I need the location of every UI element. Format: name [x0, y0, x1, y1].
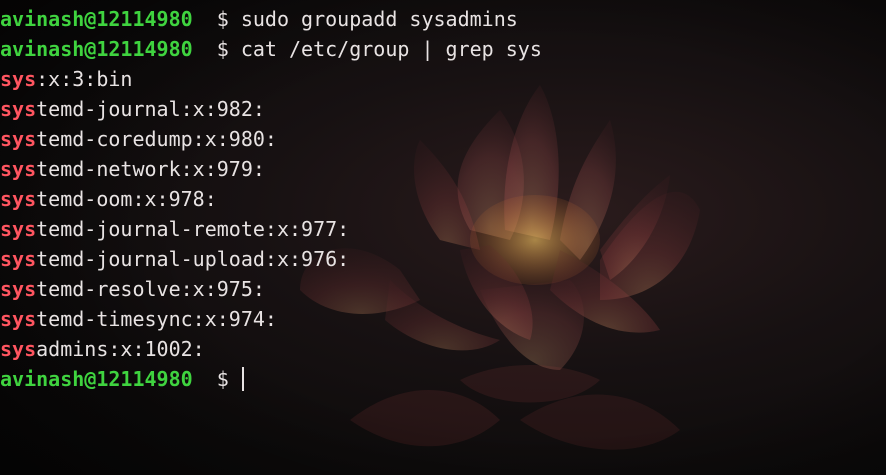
active-prompt-line[interactable]: avinash@12114980 $: [0, 364, 542, 394]
grep-match-highlight: sys: [0, 277, 37, 301]
output-line: systemd-network:x:979:: [0, 154, 542, 184]
output-text: temd-journal:x:982:: [36, 97, 265, 121]
output-text: temd-timesync:x:974:: [36, 307, 277, 331]
grep-match-highlight: sys: [0, 127, 37, 151]
grep-match-highlight: sys: [0, 247, 37, 271]
grep-match-highlight: sys: [0, 67, 37, 91]
prompt-user-host: avinash@12114980: [0, 367, 193, 391]
output-text: admins:x:1002:: [36, 337, 205, 361]
grep-match-highlight: sys: [0, 187, 37, 211]
grep-match-highlight: sys: [0, 97, 37, 121]
command-line: avinash@12114980 $ sudo groupadd sysadmi…: [0, 4, 542, 34]
command-text: sudo groupadd sysadmins: [240, 7, 518, 31]
output-text: temd-coredump:x:980:: [36, 127, 277, 151]
prompt-user-host: avinash@12114980: [0, 37, 193, 61]
terminal-window[interactable]: avinash@12114980 $ sudo groupadd sysadmi…: [0, 0, 886, 475]
output-line: sysadmins:x:1002:: [0, 334, 542, 364]
grep-match-highlight: sys: [0, 217, 37, 241]
grep-match-highlight: sys: [0, 307, 37, 331]
command-text: cat /etc/group | grep sys: [240, 37, 542, 61]
output-line: systemd-timesync:x:974:: [0, 304, 542, 334]
output-text: temd-network:x:979:: [36, 157, 265, 181]
terminal-output: avinash@12114980 $ sudo groupadd sysadmi…: [0, 4, 542, 394]
command-line: avinash@12114980 $ cat /etc/group | grep…: [0, 34, 542, 64]
output-text: temd-oom:x:978:: [36, 187, 217, 211]
text-cursor: [241, 367, 244, 391]
output-line: systemd-oom:x:978:: [0, 184, 542, 214]
grep-match-highlight: sys: [0, 337, 37, 361]
prompt-user-host: avinash@12114980: [0, 7, 193, 31]
output-text: temd-journal-remote:x:977:: [36, 217, 350, 241]
prompt-symbol: $: [216, 367, 229, 391]
output-line: systemd-resolve:x:975:: [0, 274, 542, 304]
output-line: sys:x:3:bin: [0, 64, 542, 94]
output-line: systemd-journal-upload:x:976:: [0, 244, 542, 274]
grep-match-highlight: sys: [0, 157, 37, 181]
prompt-symbol: $: [216, 37, 229, 61]
prompt-symbol: $: [216, 7, 229, 31]
output-text: temd-resolve:x:975:: [36, 277, 265, 301]
output-text: temd-journal-upload:x:976:: [36, 247, 350, 271]
output-line: systemd-coredump:x:980:: [0, 124, 542, 154]
output-text: :x:3:bin: [36, 67, 133, 91]
output-line: systemd-journal-remote:x:977:: [0, 214, 542, 244]
output-line: systemd-journal:x:982:: [0, 94, 542, 124]
